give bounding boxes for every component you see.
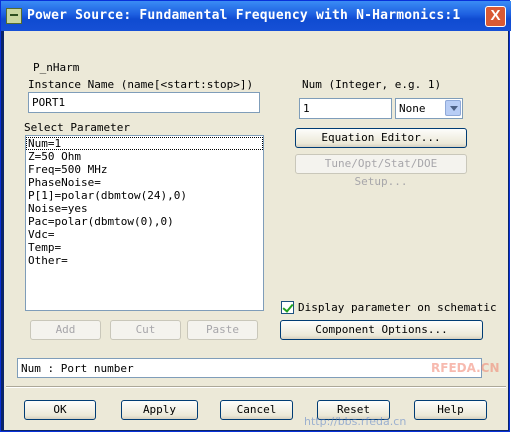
- list-item[interactable]: Temp=: [26, 241, 263, 254]
- tune-setup-button[interactable]: Tune/Opt/Stat/DOE Setup...: [295, 154, 467, 188]
- help-button[interactable]: Help: [414, 400, 487, 420]
- list-item[interactable]: PhaseNoise=: [26, 176, 263, 189]
- component-options-button[interactable]: Component Options...: [280, 320, 483, 340]
- list-item[interactable]: P[1]=polar(dbmtow(24),0): [26, 189, 263, 202]
- unit-select[interactable]: None: [395, 98, 463, 119]
- dialog-body: P_nHarm Instance Name (name[<start:stop>…: [4, 31, 508, 430]
- status-field: Num : Port number: [17, 358, 482, 378]
- num-input[interactable]: 1: [299, 98, 392, 119]
- add-button[interactable]: Add: [30, 320, 101, 340]
- list-item[interactable]: Noise=yes: [26, 202, 263, 215]
- instance-name-label: Instance Name (name[<start:stop>]): [28, 78, 254, 91]
- title-bar[interactable]: Power Source: Fundamental Frequency with…: [1, 1, 511, 31]
- display-parameter-label: Display parameter on schematic: [298, 301, 497, 314]
- component-name: P_nHarm: [33, 61, 80, 74]
- apply-button[interactable]: Apply: [121, 400, 198, 420]
- separator: [6, 386, 506, 388]
- dialog-window: Power Source: Fundamental Frequency with…: [0, 0, 511, 432]
- select-parameter-label: Select Parameter: [24, 121, 130, 134]
- list-item[interactable]: Freq=500 MHz: [26, 163, 263, 176]
- instance-name-input[interactable]: PORT1: [28, 92, 260, 113]
- watermark-site: RFEDA.CN: [431, 361, 500, 375]
- paste-button[interactable]: Paste: [187, 320, 258, 340]
- window-title: Power Source: Fundamental Frequency with…: [27, 8, 461, 23]
- display-parameter-checkbox[interactable]: [281, 301, 294, 314]
- parameter-list[interactable]: Num=1 Z=50 Ohm Freq=500 MHz PhaseNoise= …: [25, 135, 264, 311]
- num-label: Num (Integer, e.g. 1): [302, 78, 442, 91]
- list-item[interactable]: Other=: [26, 254, 263, 267]
- list-item[interactable]: Z=50 Ohm: [26, 150, 263, 163]
- app-icon: [6, 8, 22, 24]
- cut-button[interactable]: Cut: [110, 320, 181, 340]
- cancel-button[interactable]: Cancel: [220, 400, 293, 420]
- close-button[interactable]: X: [485, 6, 506, 27]
- list-item[interactable]: Num=1: [26, 137, 263, 150]
- ok-button[interactable]: OK: [24, 400, 96, 420]
- watermark-url: http://bbs.rfeda.cn: [304, 415, 407, 428]
- chevron-down-icon[interactable]: [445, 100, 461, 116]
- list-item[interactable]: Vdc=: [26, 228, 263, 241]
- unit-select-value: None: [399, 102, 426, 115]
- equation-editor-button[interactable]: Equation Editor...: [295, 128, 467, 148]
- list-item[interactable]: Pac=polar(dbmtow(0),0): [26, 215, 263, 228]
